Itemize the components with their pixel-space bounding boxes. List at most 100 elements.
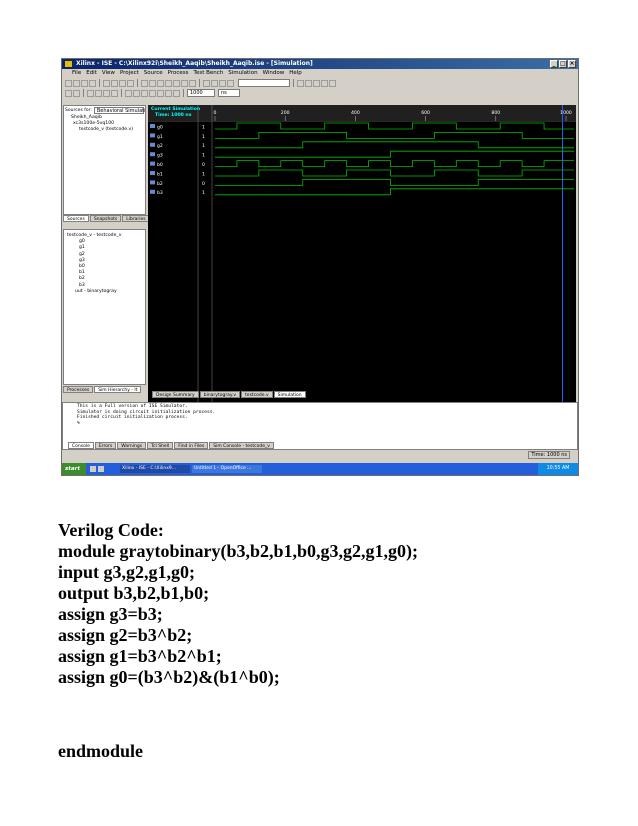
hier-uut[interactable]: uut - binarytogray bbox=[67, 289, 145, 295]
cut-icon[interactable] bbox=[103, 79, 110, 87]
window-title: Xilinx - ISE - C:\Xilinx92i\Sheikh_Aaqib… bbox=[76, 60, 313, 67]
check-icon[interactable] bbox=[297, 79, 304, 87]
restart-icon[interactable] bbox=[157, 89, 164, 97]
simulator-screenshot: Xilinx - ISE - C:\Xilinx92i\Sheikh_Aaqib… bbox=[61, 58, 579, 476]
toolbar-row-2: 1000 ns bbox=[62, 88, 578, 98]
indent-icon[interactable] bbox=[87, 89, 94, 97]
open-file-icon[interactable] bbox=[73, 79, 80, 87]
run-time-input[interactable]: 1000 bbox=[187, 89, 215, 97]
new-file-icon[interactable] bbox=[65, 79, 72, 87]
tab-snapshots[interactable]: Snapshots bbox=[89, 215, 122, 222]
save-icon[interactable] bbox=[81, 79, 88, 87]
chip-icon[interactable] bbox=[313, 79, 320, 87]
signal-name-b0: b0 bbox=[157, 162, 163, 168]
marker-icon[interactable] bbox=[141, 89, 148, 97]
tab-tcl-shell[interactable]: Tcl Shell bbox=[147, 442, 174, 449]
tab-design-summary[interactable]: Design Summary bbox=[152, 391, 199, 398]
taskbar-item-openoffice[interactable]: Untitled 1 - OpenOffice ... bbox=[192, 465, 262, 473]
quicklaunch-icon-2[interactable] bbox=[98, 466, 104, 472]
back-icon[interactable] bbox=[65, 89, 72, 97]
find-icon[interactable] bbox=[157, 79, 164, 87]
menu-help[interactable]: Help bbox=[289, 69, 302, 78]
sources-panel: Sources for: Behavioral Simulation Sheik… bbox=[63, 105, 146, 215]
menu-source[interactable]: Source bbox=[144, 69, 163, 78]
windows-taskbar: start Xilinx - ISE - C:\Xilinx9... Untit… bbox=[62, 463, 578, 475]
save-all-icon[interactable] bbox=[89, 79, 96, 87]
signal-value-g1: 1 bbox=[202, 134, 205, 140]
start-button[interactable]: start bbox=[62, 463, 86, 475]
signal-icon bbox=[150, 124, 155, 128]
run-for-icon[interactable] bbox=[173, 89, 180, 97]
zoom-in-icon[interactable] bbox=[165, 79, 172, 87]
run-all-icon[interactable] bbox=[165, 89, 172, 97]
menu-test-bench[interactable]: Test Bench bbox=[194, 69, 224, 78]
search-combo[interactable] bbox=[238, 79, 290, 87]
maximize-button[interactable]: □ bbox=[559, 60, 567, 68]
table-icon[interactable] bbox=[329, 79, 336, 87]
axis-tick-label: 800 bbox=[491, 110, 500, 116]
copy-icon[interactable] bbox=[111, 79, 118, 87]
tab-binarytogray[interactable]: binarytogray.v bbox=[199, 391, 241, 398]
quicklaunch-icon-1[interactable] bbox=[90, 466, 96, 472]
signal-name-b1: b1 bbox=[157, 171, 163, 177]
code-line-1: module graytobinary(b3,b2,b1,b0,g3,g2,g1… bbox=[58, 541, 419, 561]
signal-icon bbox=[150, 161, 155, 166]
hierarchy-panel: testcode_v - testcode_v g0 g1 g2 g3 b0 b… bbox=[63, 229, 146, 385]
key-icon[interactable] bbox=[203, 79, 210, 87]
menu-project[interactable]: Project bbox=[120, 69, 139, 78]
tab-testcode[interactable]: testcode.v bbox=[241, 391, 273, 398]
time-unit-select[interactable]: ns bbox=[218, 89, 240, 97]
menu-simulation[interactable]: Simulation bbox=[228, 69, 257, 78]
taskbar-item-ise[interactable]: Xilinx - ISE - C:\Xilinx9... bbox=[120, 465, 190, 473]
tab-find-in-files[interactable]: Find in Files bbox=[174, 442, 209, 449]
tab-simulation[interactable]: Simulation bbox=[273, 391, 306, 398]
menu-edit[interactable]: Edit bbox=[86, 69, 97, 78]
forward-icon[interactable] bbox=[73, 89, 80, 97]
tree-item-testcode[interactable]: testcode_v (testcode.v) bbox=[67, 127, 145, 133]
signal-add-icon[interactable] bbox=[125, 89, 132, 97]
sources-tree: Sheikh_Aaqib xc3s100e-5vq100 testcode_v … bbox=[64, 115, 145, 134]
wand-icon[interactable] bbox=[211, 79, 218, 87]
tab-libraries[interactable]: Libraries bbox=[122, 215, 150, 222]
minimize-button[interactable]: _ bbox=[550, 60, 558, 68]
help-icon[interactable] bbox=[219, 79, 226, 87]
cursor-icon[interactable] bbox=[149, 89, 156, 97]
layout-icon[interactable] bbox=[189, 79, 196, 87]
menu-view[interactable]: View bbox=[102, 69, 115, 78]
tab-console[interactable]: Console bbox=[68, 442, 94, 449]
toolbar-row-1 bbox=[62, 78, 578, 88]
bars-icon[interactable] bbox=[321, 79, 328, 87]
paste-icon[interactable] bbox=[119, 79, 126, 87]
status-bar: Time: 1000 ns bbox=[62, 451, 578, 459]
delete-icon[interactable] bbox=[127, 79, 134, 87]
waveform-viewer[interactable]: 0 200 400 600 800 1000 g0 1 g1 1 g2 1 g3 1 b0 0 b1 1 b2 0 b3… bbox=[148, 105, 576, 429]
signal-icon bbox=[150, 171, 155, 175]
grid-icon[interactable] bbox=[305, 79, 312, 87]
menu-file[interactable]: File bbox=[72, 69, 81, 78]
signal-icon bbox=[150, 180, 155, 185]
axis-tick-label: 1000 bbox=[560, 110, 572, 116]
tab-warnings[interactable]: Warnings bbox=[117, 442, 147, 449]
code-line-2: input g3,g2,g1,g0; bbox=[58, 562, 196, 582]
close-button[interactable]: × bbox=[568, 60, 576, 68]
redo-icon[interactable] bbox=[149, 79, 156, 87]
tab-processes[interactable]: Processes bbox=[63, 386, 94, 393]
sources-mode-select[interactable]: Behavioral Simulation bbox=[93, 107, 145, 114]
outdent-icon[interactable] bbox=[95, 89, 102, 97]
signal-remove-icon[interactable] bbox=[133, 89, 140, 97]
tab-errors[interactable]: Errors bbox=[94, 442, 117, 449]
undo-icon[interactable] bbox=[141, 79, 148, 87]
window-icon[interactable] bbox=[181, 79, 188, 87]
comment-icon[interactable] bbox=[103, 89, 110, 97]
signal-icon bbox=[150, 189, 155, 194]
bulb-icon[interactable] bbox=[227, 79, 234, 87]
code-line-3: output b3,b2,b1,b0; bbox=[58, 583, 210, 603]
tab-sources[interactable]: Sources bbox=[63, 215, 89, 222]
tab-sim-hierarchy[interactable]: Sim Hierarchy - lt bbox=[94, 386, 142, 393]
menu-process[interactable]: Process bbox=[168, 69, 189, 78]
tab-sim-console[interactable]: Sim Console - testcode_v bbox=[209, 442, 274, 449]
zoom-out-icon[interactable] bbox=[173, 79, 180, 87]
menu-window[interactable]: Window bbox=[263, 69, 285, 78]
hierarchy-tree: testcode_v - testcode_v g0 g1 g2 g3 b0 b… bbox=[64, 230, 145, 295]
uncomment-icon[interactable] bbox=[111, 89, 118, 97]
